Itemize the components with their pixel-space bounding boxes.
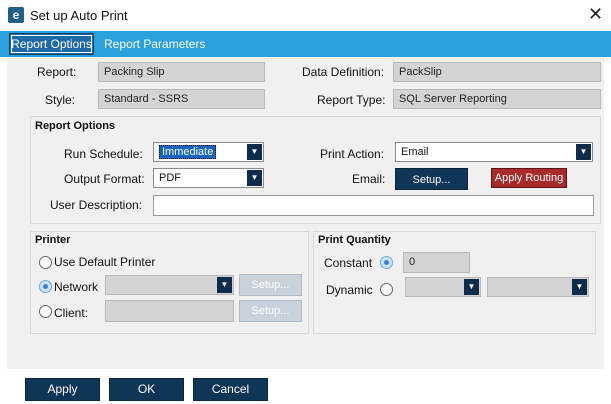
data-definition-field: PackSlip <box>393 62 601 82</box>
dynamic-table-select[interactable]: ▼ <box>487 277 589 297</box>
output-format-label: Output Format: <box>64 172 145 186</box>
client-setup-button[interactable]: Setup... <box>239 300 302 322</box>
report-label: Report: <box>37 65 77 79</box>
network-radio[interactable] <box>39 280 52 293</box>
constant-quantity-field[interactable]: 0 <box>403 252 470 273</box>
cancel-button[interactable]: Cancel <box>193 378 268 401</box>
user-description-input[interactable] <box>153 195 594 216</box>
email-label: Email: <box>352 172 386 186</box>
dynamic-label: Dynamic <box>326 283 373 297</box>
data-definition-label: Data Definition: <box>302 65 385 79</box>
report-field: Packing Slip <box>98 62 265 82</box>
report-options-title: Report Options <box>35 120 116 132</box>
style-field: Standard - SSRS <box>98 89 265 109</box>
client-printer-field[interactable] <box>105 300 234 322</box>
constant-label: Constant <box>324 256 373 270</box>
output-format-select[interactable]: PDF ▼ <box>153 168 264 188</box>
report-type-label: Report Type: <box>317 93 386 107</box>
user-description-label: User Description: <box>50 198 143 212</box>
dynamic-radio[interactable] <box>380 283 393 296</box>
chevron-down-icon[interactable]: ▼ <box>247 170 262 186</box>
chevron-down-icon[interactable]: ▼ <box>217 277 232 293</box>
window-title: Set up Auto Print <box>30 8 128 23</box>
dynamic-field-select[interactable]: ▼ <box>405 277 481 297</box>
constant-radio[interactable] <box>380 256 393 269</box>
network-label: Network <box>54 280 99 294</box>
close-icon[interactable]: ✕ <box>588 5 603 23</box>
printer-title: Printer <box>35 234 71 246</box>
run-schedule-value: Immediate <box>159 145 217 159</box>
print-action-select[interactable]: Email ▼ <box>395 142 593 162</box>
client-radio[interactable] <box>39 305 52 318</box>
apply-routing-button[interactable]: Apply Routing <box>491 168 567 188</box>
tab-report-options[interactable]: Report Options <box>9 33 94 55</box>
chevron-down-icon[interactable]: ▼ <box>247 144 262 160</box>
tab-report-parameters[interactable]: Report Parameters <box>104 37 205 51</box>
chevron-down-icon[interactable]: ▼ <box>572 279 587 295</box>
use-default-printer-label: Use Default Printer <box>54 255 156 269</box>
run-schedule-label: Run Schedule: <box>64 147 143 161</box>
ok-button[interactable]: OK <box>109 378 184 401</box>
network-setup-button[interactable]: Setup... <box>239 274 302 296</box>
chevron-down-icon[interactable]: ▼ <box>464 279 479 295</box>
chevron-down-icon[interactable]: ▼ <box>576 144 591 160</box>
client-label: Client: <box>54 306 89 320</box>
network-printer-select[interactable]: ▼ <box>105 275 234 295</box>
output-format-value: PDF <box>159 172 181 184</box>
use-default-printer-radio[interactable] <box>39 256 52 269</box>
app-icon: e <box>8 7 24 23</box>
print-quantity-title: Print Quantity <box>318 234 391 246</box>
print-action-label: Print Action: <box>320 147 385 161</box>
print-action-value: Email <box>401 146 429 158</box>
apply-button[interactable]: Apply <box>25 378 100 401</box>
email-setup-button[interactable]: Setup... <box>395 168 468 190</box>
report-type-field: SQL Server Reporting <box>393 89 601 109</box>
style-label: Style: <box>45 93 76 107</box>
run-schedule-select[interactable]: Immediate ▼ <box>153 142 264 162</box>
